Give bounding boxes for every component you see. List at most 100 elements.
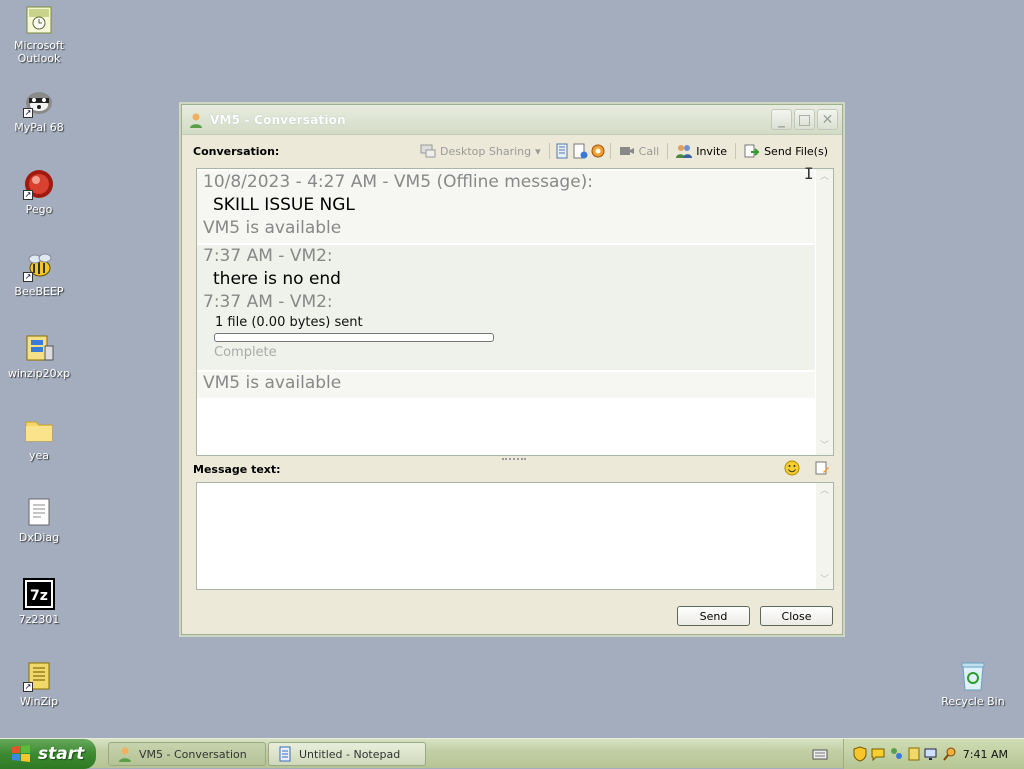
winzip-installer-icon	[23, 332, 55, 364]
beebeep-tray-icon[interactable]	[888, 746, 904, 762]
start-button[interactable]: start	[0, 739, 96, 769]
message-scrollbar[interactable]: ︿ ﹀	[816, 483, 833, 589]
close-button[interactable]: Close	[760, 606, 833, 626]
message-header: 7:37 AM - VM2:	[203, 292, 333, 312]
desktop-icon-label: Pego	[25, 203, 53, 216]
desktop-icon-label: winzip20xp	[7, 367, 71, 380]
maximize-icon: □	[797, 111, 812, 128]
security-shield-icon[interactable]	[852, 746, 868, 762]
beebeep-icon: ↗	[23, 250, 55, 282]
close-window-button[interactable]: ✕	[817, 109, 838, 130]
recycle-bin-icon	[957, 660, 989, 692]
file-info-icon[interactable]	[572, 143, 588, 159]
emoticon-icon[interactable]	[784, 460, 800, 476]
taskbar-item-label: VM5 - Conversation	[139, 747, 247, 761]
beebeep-icon	[119, 747, 131, 762]
shortcut-arrow-icon: ↗	[23, 272, 33, 282]
desktop-icon-outlook[interactable]: Microsoft Outlook	[3, 4, 75, 65]
file-transfer-text: 1 file (0.00 bytes) sent	[215, 315, 363, 330]
windows-logo-icon	[12, 745, 30, 762]
desktop-sharing-icon	[420, 144, 436, 158]
window-title: VM5 - Conversation	[210, 112, 346, 127]
outlook-icon	[23, 4, 55, 36]
minimize-button[interactable]: _	[771, 109, 792, 130]
desktop-icon-label: 7z2301	[18, 613, 60, 626]
desktop-icon-label: MyPal 68	[14, 121, 64, 134]
message-input-box[interactable]: ︿ ﹀	[196, 482, 834, 590]
scroll-down-icon[interactable]: ﹀	[818, 440, 831, 453]
chat-bubble-icon[interactable]	[870, 746, 886, 762]
7zip-icon: 7z	[23, 578, 55, 610]
title-bar[interactable]: VM5 - Conversation _ □ ✕	[182, 105, 842, 135]
winzip-icon: ↗	[23, 660, 55, 692]
pane-splitter[interactable]	[502, 458, 526, 462]
taskbar-item-label: Untitled - Notepad	[299, 747, 401, 761]
search-icon[interactable]	[942, 746, 958, 762]
conversation-history[interactable]: 10/8/2023 - 4:27 AM - VM5 (Offline messa…	[196, 168, 834, 456]
desktop-icon-dxdiag[interactable]: DxDiag	[3, 496, 75, 544]
desktop-icon-recycle-bin[interactable]: Recycle Bin	[937, 660, 1009, 708]
keyboard-icon[interactable]	[812, 746, 828, 762]
notepad-icon	[279, 746, 291, 762]
scroll-up-icon[interactable]: ︿	[818, 171, 831, 184]
shortcut-arrow-icon: ↗	[23, 682, 33, 692]
network-icon[interactable]	[924, 746, 940, 762]
desktop-icon-winzip[interactable]: ↗ WinZip	[3, 660, 75, 708]
message-input[interactable]	[197, 483, 817, 589]
desktop-icon-mypal[interactable]: ↗ MyPal 68	[3, 86, 75, 134]
call-button[interactable]: Call	[615, 141, 664, 161]
status-message: VM5 is available	[203, 373, 342, 393]
desktop-icon-winzip20xp[interactable]: winzip20xp	[3, 332, 75, 380]
desktop-icon-label: yea	[28, 449, 50, 462]
svg-text:7z: 7z	[30, 588, 48, 604]
desktop-icon-label: Recycle Bin	[941, 695, 1005, 708]
send-files-button[interactable]: Send File(s)	[740, 141, 832, 161]
status-message: VM5 is available	[203, 218, 342, 238]
file-transfer-progress	[214, 333, 494, 342]
shortcut-arrow-icon: ↗	[23, 108, 33, 118]
send-button[interactable]: Send	[677, 606, 750, 626]
history-icon[interactable]	[554, 143, 570, 159]
file-transfer-status: Complete	[214, 345, 277, 360]
pego-icon: ↗	[23, 168, 55, 200]
conversation-scrollbar[interactable]: ︿ ﹀	[816, 169, 833, 455]
toolbar-separator	[735, 143, 737, 159]
scroll-down-icon[interactable]: ﹀	[818, 574, 831, 587]
close-icon: ✕	[821, 111, 834, 128]
system-tray: 7:41 AM	[843, 739, 1024, 769]
clock[interactable]: 7:41 AM	[963, 748, 1008, 761]
send-file-icon	[744, 144, 760, 158]
edit-message-icon[interactable]	[814, 460, 830, 476]
toolbar-separator	[667, 143, 669, 159]
invite-users-icon	[676, 145, 693, 158]
archive-tray-icon[interactable]	[906, 746, 922, 762]
desktop-icon-7z2301[interactable]: 7z 7z2301	[3, 578, 75, 626]
desktop-icon-label: BeeBEEP	[14, 285, 64, 298]
desktop-sharing-button[interactable]: Desktop Sharing ▾	[416, 141, 545, 161]
scroll-up-icon[interactable]: ︿	[818, 485, 831, 498]
taskbar: start VM5 - Conversation Untitled - Note…	[0, 738, 1024, 769]
desktop-icon-yea[interactable]: yea	[3, 414, 75, 462]
text-cursor-icon: I	[804, 164, 814, 183]
desktop-icon-beebeep[interactable]: ↗ BeeBEEP	[3, 250, 75, 298]
conversation-toolbar: Desktop Sharing ▾ Call Invite Send File(…	[416, 141, 832, 161]
settings-icon[interactable]	[590, 143, 606, 159]
conversation-label: Conversation:	[193, 144, 280, 158]
conversation-window: VM5 - Conversation _ □ ✕ Conversation: D…	[181, 104, 843, 635]
shortcut-arrow-icon: ↗	[23, 190, 33, 200]
folder-icon	[23, 414, 55, 446]
call-label: Call	[638, 144, 660, 158]
taskbar-item-notepad[interactable]: Untitled - Notepad	[268, 742, 426, 766]
dxdiag-icon	[23, 496, 55, 528]
chevron-down-icon: ▾	[535, 144, 541, 158]
message-block: VM5 is available	[197, 372, 815, 398]
minimize-icon: _	[778, 111, 785, 128]
message-text-label: Message text:	[193, 463, 281, 476]
invite-button[interactable]: Invite	[672, 141, 731, 161]
toolbar-separator	[609, 143, 611, 159]
maximize-button[interactable]: □	[794, 109, 815, 130]
desktop-icon-pego[interactable]: ↗ Pego	[3, 168, 75, 216]
desktop-sharing-label: Desktop Sharing	[440, 144, 532, 158]
start-label: start	[38, 744, 85, 764]
taskbar-item-conversation[interactable]: VM5 - Conversation	[108, 742, 266, 766]
